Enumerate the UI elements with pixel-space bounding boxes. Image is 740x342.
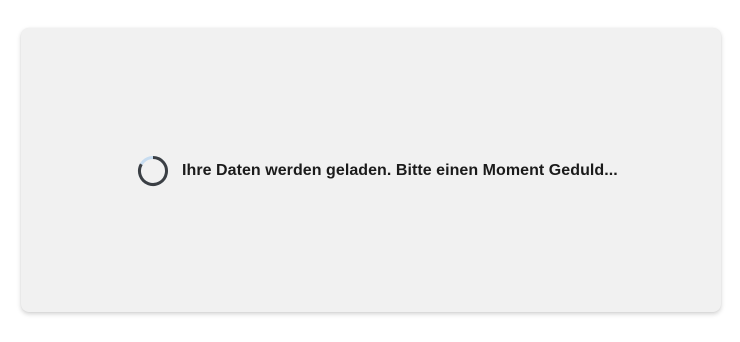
loading-message: Ihre Daten werden geladen. Bitte einen M… [182,162,618,179]
loading-spinner-icon [137,155,169,187]
loading-card: Ihre Daten werden geladen. Bitte einen M… [21,28,721,312]
loading-indicator: Ihre Daten werden geladen. Bitte einen M… [137,154,618,188]
